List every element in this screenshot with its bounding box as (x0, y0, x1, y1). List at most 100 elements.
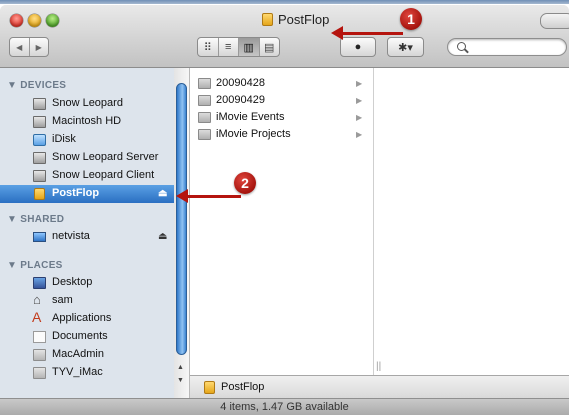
zoom-button[interactable] (46, 14, 59, 27)
sidebar-item-label: Applications (52, 312, 112, 324)
devices-header[interactable]: ▼ DEVICES (7, 80, 66, 91)
sidebar-item-desktop[interactable]: Desktop (0, 274, 174, 292)
sidebar-item-macintosh-hd[interactable]: Macintosh HD (0, 113, 174, 131)
volume-icon (262, 12, 273, 26)
scroll-up-arrow-icon[interactable]: ▲ (177, 364, 184, 371)
list-item[interactable]: 20090428 ▶ (190, 76, 373, 92)
sidebar-item-label: Snow Leopard Server (52, 151, 159, 163)
forward-button[interactable]: ▶ (30, 38, 49, 56)
desktop-strip (0, 0, 569, 4)
eye-icon: ● (354, 41, 362, 53)
sidebar-item-label: TYV_iMac (52, 366, 103, 378)
finder-window: PostFlop ◀ ▶ ⠿ ≡ ▥ ▤ ● ✱▾ ▼ DEVICES Snow (0, 5, 569, 415)
scroll-down-arrow-icon[interactable]: ▼ (177, 377, 184, 384)
forward-arrow-icon: ▶ (35, 42, 42, 52)
folder-name: iMovie Events (216, 111, 285, 123)
sidebar-item-idisk[interactable]: iDisk (0, 131, 174, 149)
places-header[interactable]: ▼ PLACES (7, 260, 63, 271)
action-menu-button[interactable]: ✱▾ (387, 37, 424, 57)
folder-name: iMovie Projects (216, 128, 291, 140)
sidebar-item-snow-leopard-client[interactable]: Snow Leopard Client (0, 167, 174, 185)
list-item[interactable]: 20090429 ▶ (190, 93, 373, 109)
home-icon: ⌂ (33, 292, 41, 307)
hard-disk-icon (33, 98, 46, 110)
scrollbar-thumb[interactable] (176, 83, 187, 355)
icon-view-button[interactable]: ⠿ (198, 38, 219, 56)
search-icon (457, 42, 466, 51)
idisk-icon (33, 134, 46, 146)
coverflow-view-button[interactable]: ▤ (260, 38, 280, 56)
sidebar-item-label: Documents (52, 330, 108, 342)
title-bar: PostFlop ◀ ▶ ⠿ ≡ ▥ ▤ ● ✱▾ (0, 5, 569, 68)
window-title: PostFlop (262, 10, 329, 28)
browser-column-1: 20090428 ▶ 20090429 ▶ iMovie Events ▶ iM… (190, 68, 374, 375)
volume-icon (204, 381, 215, 394)
icon-view-icon: ⠿ (203, 41, 212, 54)
callout-1-arrow (341, 32, 403, 35)
toolbar-toggle-button[interactable] (540, 13, 569, 29)
sidebar-scrollbar[interactable]: ▲ ▼ (174, 68, 190, 398)
sidebar-item-label: Snow Leopard Client (52, 169, 155, 181)
sidebar-item-snow-leopard-server[interactable]: Snow Leopard Server (0, 149, 174, 167)
sidebar-item-postflop[interactable]: PostFlop ⏏ (0, 185, 174, 203)
minimize-button[interactable] (28, 14, 41, 27)
folder-icon (198, 95, 211, 106)
sidebar-item-tyv-imac[interactable]: TYV_iMac (0, 364, 174, 382)
eject-icon[interactable]: ⏏ (158, 188, 167, 199)
folder-icon (198, 112, 211, 123)
window-title-text: PostFlop (278, 11, 330, 27)
shared-header[interactable]: ▼ SHARED (7, 214, 64, 225)
volume-icon (34, 188, 45, 200)
folder-name: 20090429 (216, 94, 265, 106)
view-switcher: ⠿ ≡ ▥ ▤ (197, 37, 280, 57)
sidebar-item-label: Macintosh HD (52, 115, 122, 127)
sidebar-item-label: iDisk (52, 133, 76, 145)
folder-icon (198, 78, 211, 89)
folder-name: 20090428 (216, 77, 265, 89)
sidebar-item-label: Snow Leopard (52, 97, 123, 109)
eject-icon[interactable]: ⏏ (158, 231, 167, 242)
column-resize-handle[interactable]: || (376, 361, 381, 372)
hard-disk-icon (33, 170, 46, 182)
search-input[interactable] (470, 40, 564, 56)
disclosure-arrow-icon: ▶ (356, 130, 363, 139)
sidebar-item-label: PostFlop (52, 187, 100, 199)
list-view-button[interactable]: ≡ (219, 38, 239, 56)
column-view-button[interactable]: ▥ (239, 38, 260, 56)
folder-icon (198, 129, 211, 140)
close-button[interactable] (10, 14, 23, 27)
documents-icon (33, 331, 46, 343)
path-bar-item[interactable]: PostFlop (221, 381, 264, 393)
monitor-icon (33, 232, 46, 242)
disclosure-arrow-icon: ▶ (356, 96, 363, 105)
folder-icon (33, 349, 46, 361)
sidebar-item-label: sam (52, 294, 73, 306)
gear-icon: ✱▾ (398, 41, 413, 54)
desktop-icon (33, 277, 46, 289)
applications-icon: A (32, 309, 42, 325)
sidebar-item-netvista[interactable]: netvista ⏏ (0, 228, 174, 246)
sidebar-item-sam[interactable]: ⌂ sam (0, 292, 174, 310)
status-bar: 4 items, 1.47 GB available (0, 398, 569, 415)
sidebar-item-label: MacAdmin (52, 348, 104, 360)
back-forward-control: ◀ ▶ (9, 37, 49, 57)
callout-2-arrow (186, 195, 241, 198)
search-field[interactable] (447, 38, 567, 56)
path-bar: PostFlop (190, 375, 569, 398)
disclosure-arrow-icon: ▶ (356, 79, 363, 88)
quick-look-button[interactable]: ● (340, 37, 376, 57)
hard-disk-icon (33, 116, 46, 128)
sidebar-item-applications[interactable]: A Applications (0, 310, 174, 328)
sidebar-item-snow-leopard[interactable]: Snow Leopard (0, 95, 174, 113)
hard-disk-icon (33, 152, 46, 164)
sidebar-item-label: netvista (52, 230, 90, 242)
coverflow-view-icon: ▤ (264, 41, 275, 54)
sidebar-item-macadmin[interactable]: MacAdmin (0, 346, 174, 364)
list-item[interactable]: iMovie Projects ▶ (190, 127, 373, 143)
sidebar-item-documents[interactable]: Documents (0, 328, 174, 346)
callout-1-badge: 1 (400, 8, 422, 30)
column-view-icon: ▥ (243, 41, 254, 54)
back-button[interactable]: ◀ (10, 38, 30, 56)
list-item[interactable]: iMovie Events ▶ (190, 110, 373, 126)
list-view-icon: ≡ (225, 41, 232, 53)
